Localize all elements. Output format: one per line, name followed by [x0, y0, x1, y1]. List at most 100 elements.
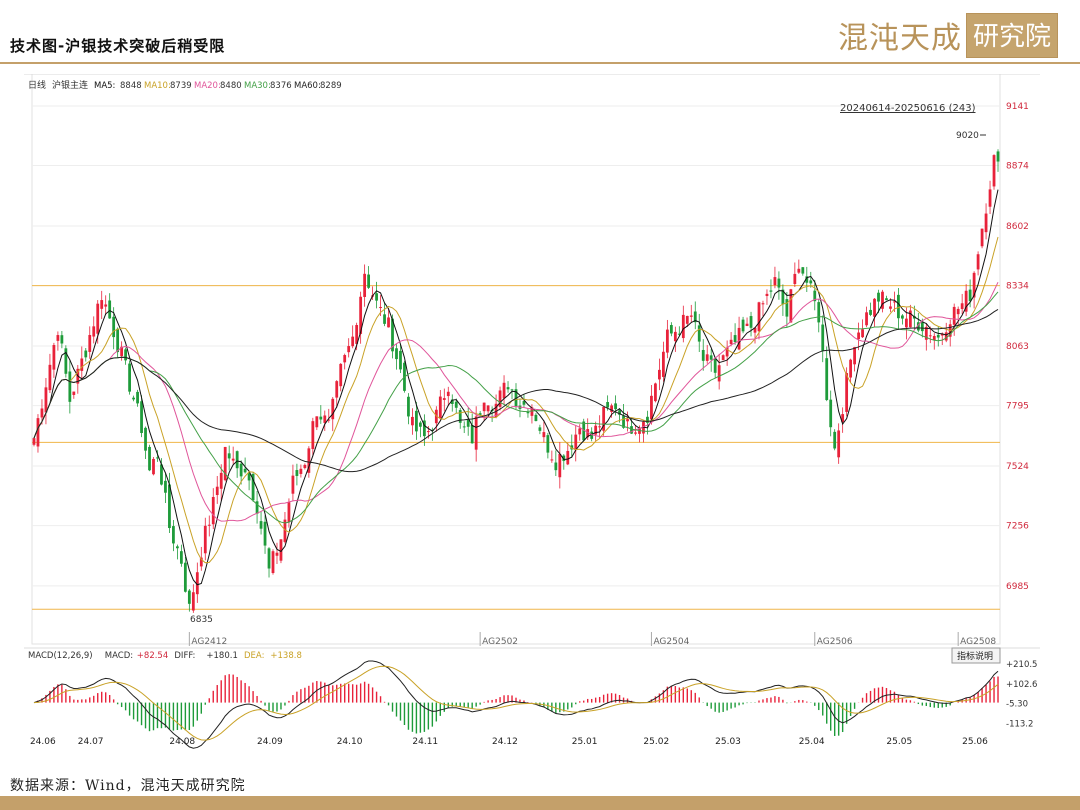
candle-body [347, 346, 351, 353]
candle-body [877, 292, 880, 302]
candle-body [661, 351, 665, 377]
dea-line [33, 665, 999, 741]
macd-y-tick: +210.5 [1006, 660, 1037, 670]
candle-body [681, 314, 685, 339]
y-tick-label: 8874 [1006, 161, 1029, 171]
candle-body [705, 354, 709, 361]
candle-body [351, 336, 355, 347]
candle-body [546, 435, 550, 453]
candle-body [363, 273, 367, 297]
candle-body [191, 592, 195, 611]
candle-body [144, 427, 147, 451]
candle-body [801, 267, 805, 274]
x-tick-label: 25.04 [799, 737, 825, 747]
candle-body [685, 315, 689, 324]
candle-body [769, 290, 773, 292]
logo-wordmark: 混沌天成 [837, 21, 962, 56]
candle-body [291, 475, 295, 494]
legend-ma-value: 8480 [220, 81, 242, 91]
candle-body [952, 306, 956, 325]
candle-body [960, 303, 964, 310]
candle-body [235, 451, 239, 469]
candle-body [311, 421, 315, 450]
x-tick-label: 24.07 [78, 737, 104, 747]
low-annotation: 6835 [190, 615, 213, 625]
candle-body [387, 317, 390, 328]
candle-body [550, 459, 554, 461]
legend-ma-value: 8848 [120, 81, 142, 91]
candle-body [606, 402, 610, 408]
candle-body [267, 548, 271, 569]
candle-body [697, 325, 701, 342]
candle-body [172, 526, 175, 544]
candle-body [100, 300, 104, 309]
candle-body [112, 316, 116, 338]
candle-body [116, 328, 120, 353]
contract-label: AG2506 [817, 637, 853, 647]
candle-body [132, 397, 135, 400]
candle-body [968, 289, 972, 302]
diff-key: DIFF: [174, 651, 195, 661]
candle-body [988, 189, 992, 207]
candle-body [183, 562, 187, 592]
logo-badge: 研究院 [965, 12, 1058, 58]
y-tick-label: 8334 [1006, 282, 1029, 292]
macd-y-tick: -5.30 [1006, 700, 1028, 710]
candle-body [745, 323, 749, 326]
candlestick-chart[interactable]: 9141 8874 8602 8334 8063 7795 7524 7256 6985 日线 沪银… [24, 73, 1040, 750]
candle-body [773, 277, 777, 286]
data-source: 数据来源：Wind，混沌天成研究院 [10, 778, 246, 794]
candle-body [331, 398, 335, 420]
candle-body [733, 335, 737, 343]
x-tick-label: 25.06 [962, 737, 988, 747]
candle-body [701, 349, 705, 361]
macd-key: MACD: [105, 651, 133, 661]
x-tick-label: 24.10 [337, 737, 363, 747]
candle-body [845, 373, 849, 412]
candle-body [239, 463, 243, 477]
candle-body [60, 335, 64, 344]
candle-body [219, 472, 223, 489]
candle-body [721, 355, 725, 361]
candle-body [52, 345, 56, 370]
candle-body [88, 334, 92, 352]
candle-body [665, 329, 669, 353]
y-tick-label: 8063 [1006, 342, 1029, 352]
candle-body [709, 355, 713, 360]
candle-body [654, 383, 657, 402]
candle-body [227, 453, 231, 459]
candle-body [458, 410, 462, 423]
indicator-help-label[interactable]: 指标说明 [957, 650, 993, 662]
candle-body [32, 438, 36, 445]
candle-body [211, 496, 215, 525]
candle-body [741, 319, 745, 332]
candle-body [474, 416, 478, 450]
contract-label: AG2508 [960, 637, 996, 647]
candle-body [849, 359, 853, 378]
candle-body [713, 358, 717, 373]
x-tick-label: 24.11 [412, 737, 438, 747]
candle-body [379, 307, 382, 309]
x-tick-label: 25.02 [643, 737, 669, 747]
candle-body [136, 391, 139, 404]
candle-body [243, 468, 247, 473]
contract-label: AG2504 [653, 637, 689, 647]
candle-body [315, 416, 319, 428]
legend-ma-label: MA5: [94, 81, 115, 91]
x-tick-label: 24.09 [257, 737, 283, 747]
candle-body [44, 387, 48, 413]
candle-body [717, 365, 721, 382]
candle-body [749, 316, 753, 328]
candle-body [287, 502, 291, 523]
candle-body [231, 458, 235, 461]
candle-body [383, 314, 386, 324]
candle-body [996, 151, 1000, 162]
x-tick-label: 24.08 [169, 737, 195, 747]
legend-ma-value: 8739 [170, 81, 192, 91]
candle-body [817, 302, 821, 323]
candle-body [128, 363, 131, 392]
candle-body [419, 422, 422, 427]
high-annotation: 9020 [956, 131, 979, 141]
candle-body [319, 416, 323, 420]
candle-body [454, 401, 458, 408]
